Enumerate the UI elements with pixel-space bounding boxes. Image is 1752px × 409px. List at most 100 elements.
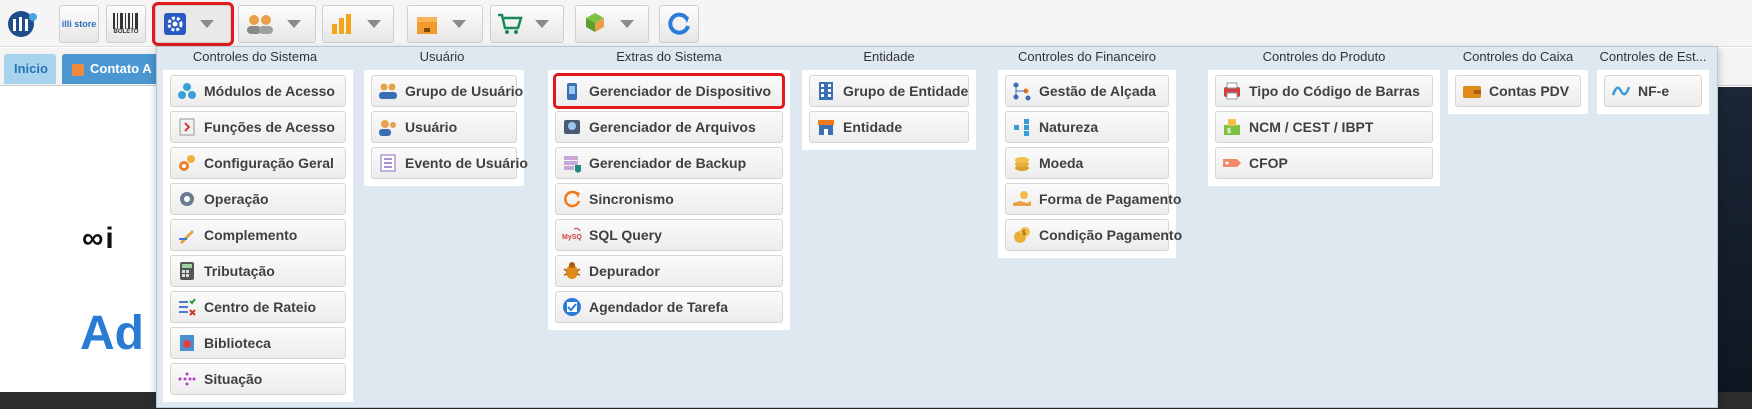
svg-text:$: $ [1227, 128, 1231, 135]
top-toolbar: illi store BOLETO [0, 0, 1752, 47]
reports-dropdown-button[interactable] [322, 5, 394, 43]
calculator-icon [177, 261, 197, 281]
column-title: Controles do Produto [1262, 49, 1386, 64]
menu-item-label: Grupo de Usuário [405, 83, 524, 99]
mysql-icon: MySQL [562, 225, 582, 245]
menu-item-moeda[interactable]: Moeda [1005, 147, 1169, 179]
chevron-down-icon [367, 20, 381, 28]
menu-item-natureza[interactable]: Natureza [1005, 111, 1169, 143]
modules-icon [177, 81, 197, 101]
illi-store-button[interactable]: illi store [59, 5, 99, 43]
menu-item-sql-query[interactable]: MySQL SQL Query [555, 219, 783, 251]
menu-item-complemento[interactable]: Complemento [170, 219, 346, 251]
column-box: Grupo de Usuário Usuário Evento de Usuár… [364, 70, 528, 186]
svg-text:MySQL: MySQL [562, 234, 582, 241]
building-icon [816, 81, 836, 101]
menu-item-label: Entidade [843, 119, 903, 135]
column-title: Entidade [863, 49, 915, 64]
library-icon [177, 333, 197, 353]
menu-item-label: Tributação [204, 263, 275, 279]
purchases-dropdown-button[interactable] [575, 5, 649, 43]
tax-ticket-icon: $ [1222, 117, 1242, 137]
cart-icon [497, 11, 523, 37]
menu-item-label: Contas PDV [1489, 83, 1570, 99]
menu-item-gerenciador-backup[interactable]: Gerenciador de Backup [555, 147, 783, 179]
menu-item-agendador-tarefa[interactable]: Agendador de Tarefa [555, 291, 783, 323]
tab-contato[interactable]: Contato A [62, 54, 162, 84]
column-title: Controles do Caixa [1462, 49, 1574, 64]
menu-item-label: Usuário [405, 119, 458, 135]
sales-dropdown-button[interactable] [490, 5, 564, 43]
menu-item-funcoes-acesso[interactable]: Funções de Acesso [170, 111, 346, 143]
menu-item-modulos-acesso[interactable]: Módulos de Acesso [170, 75, 346, 107]
users-dropdown-button[interactable] [238, 5, 316, 43]
coin-dollar-icon: $ [1012, 225, 1032, 245]
menu-item-depurador[interactable]: Depurador [555, 255, 783, 287]
system-settings-dropdown-button[interactable] [152, 2, 234, 46]
menu-item-evento-usuario[interactable]: Evento de Usuário [371, 147, 528, 179]
wallet-icon [1462, 81, 1482, 101]
tab-inicio[interactable]: Inicio [4, 54, 56, 84]
tree-blocks-icon [1012, 117, 1032, 137]
refresh-button[interactable] [659, 5, 699, 43]
menu-item-ncm-cest-ibpt[interactable]: $ NCM / CEST / IBPT [1215, 111, 1433, 143]
menu-item-label: Agendador de Tarefa [589, 299, 728, 315]
menu-item-forma-pagamento[interactable]: Forma de Pagamento [1005, 183, 1181, 215]
menu-item-operacao[interactable]: Operação [170, 183, 346, 215]
task-check-icon [562, 297, 582, 317]
bug-icon [562, 261, 582, 281]
menu-item-nfe[interactable]: NF-e [1604, 75, 1702, 107]
pencil-icon [177, 225, 197, 245]
package-hand-icon [582, 11, 608, 37]
bar-chart-icon [329, 11, 355, 37]
menu-item-label: Moeda [1039, 155, 1084, 171]
nfe-icon [1611, 81, 1631, 101]
stock-dropdown-button[interactable] [407, 5, 483, 43]
menu-item-cfop[interactable]: CFOP [1215, 147, 1433, 179]
menu-item-grupo-entidade[interactable]: Grupo de Entidade [809, 75, 969, 107]
background-heading: Ad [80, 307, 144, 360]
menu-item-label: Condição Pagamento [1039, 227, 1183, 243]
menu-item-tipo-codigo-barras[interactable]: Tipo do Código de Barras [1215, 75, 1433, 107]
chevron-down-icon [535, 20, 549, 28]
calendar-icon [72, 63, 84, 76]
column-box: Módulos de Acesso Funções de Acesso Conf… [163, 70, 353, 402]
menu-item-label: Gerenciador de Backup [589, 155, 747, 171]
menu-item-label: Complemento [204, 227, 298, 243]
menu-item-tributacao[interactable]: Tributação [170, 255, 346, 287]
users-icon [245, 11, 275, 37]
menu-item-entidade[interactable]: Entidade [809, 111, 969, 143]
menu-item-grupo-usuario[interactable]: Grupo de Usuário [371, 75, 523, 107]
status-dots-icon [177, 369, 197, 389]
menu-item-label: Natureza [1039, 119, 1099, 135]
column-box: Grupo de Entidade Entidade [802, 70, 976, 150]
menu-item-label: Tipo do Código de Barras [1249, 83, 1420, 99]
menu-item-biblioteca[interactable]: Biblioteca [170, 327, 346, 359]
column-box: Gestão de Alçada Natureza Moeda Forma de… [998, 70, 1182, 258]
column-title: Controles do Sistema [192, 49, 318, 64]
menu-item-label: NF-e [1638, 83, 1670, 99]
menu-item-sincronismo[interactable]: Sincronismo [555, 183, 783, 215]
illi-logo-icon[interactable] [6, 8, 40, 40]
svg-text:$: $ [1022, 230, 1026, 237]
chevron-down-icon [287, 20, 301, 28]
column-box: NF-e [1597, 70, 1709, 114]
barcode-printer-icon [1222, 81, 1242, 101]
column-box: Gerenciador de Dispositivo Gerenciador d… [548, 70, 790, 330]
menu-item-configuracao-geral[interactable]: Configuração Geral [170, 147, 346, 179]
menu-item-gerenciador-dispositivo[interactable]: Gerenciador de Dispositivo [553, 73, 785, 109]
menu-item-label: NCM / CEST / IBPT [1249, 119, 1374, 135]
menu-item-label: Biblioteca [204, 335, 271, 351]
background-dark-image [1712, 87, 1752, 409]
menu-item-situacao[interactable]: Situação [170, 363, 346, 395]
menu-item-centro-rateio[interactable]: Centro de Rateio [170, 291, 346, 323]
menu-item-label: Operação [204, 191, 269, 207]
boleto-button[interactable]: BOLETO [106, 5, 146, 43]
menu-item-gerenciador-arquivos[interactable]: Gerenciador de Arquivos [555, 111, 783, 143]
menu-item-gestao-alcada[interactable]: Gestão de Alçada [1005, 75, 1169, 107]
menu-item-condicao-pagamento[interactable]: $ Condição Pagamento [1005, 219, 1182, 251]
menu-item-usuario[interactable]: Usuário [371, 111, 517, 143]
function-icon [177, 117, 197, 137]
menu-item-label: Configuração Geral [204, 155, 334, 171]
menu-item-contas-pdv[interactable]: Contas PDV [1455, 75, 1581, 107]
